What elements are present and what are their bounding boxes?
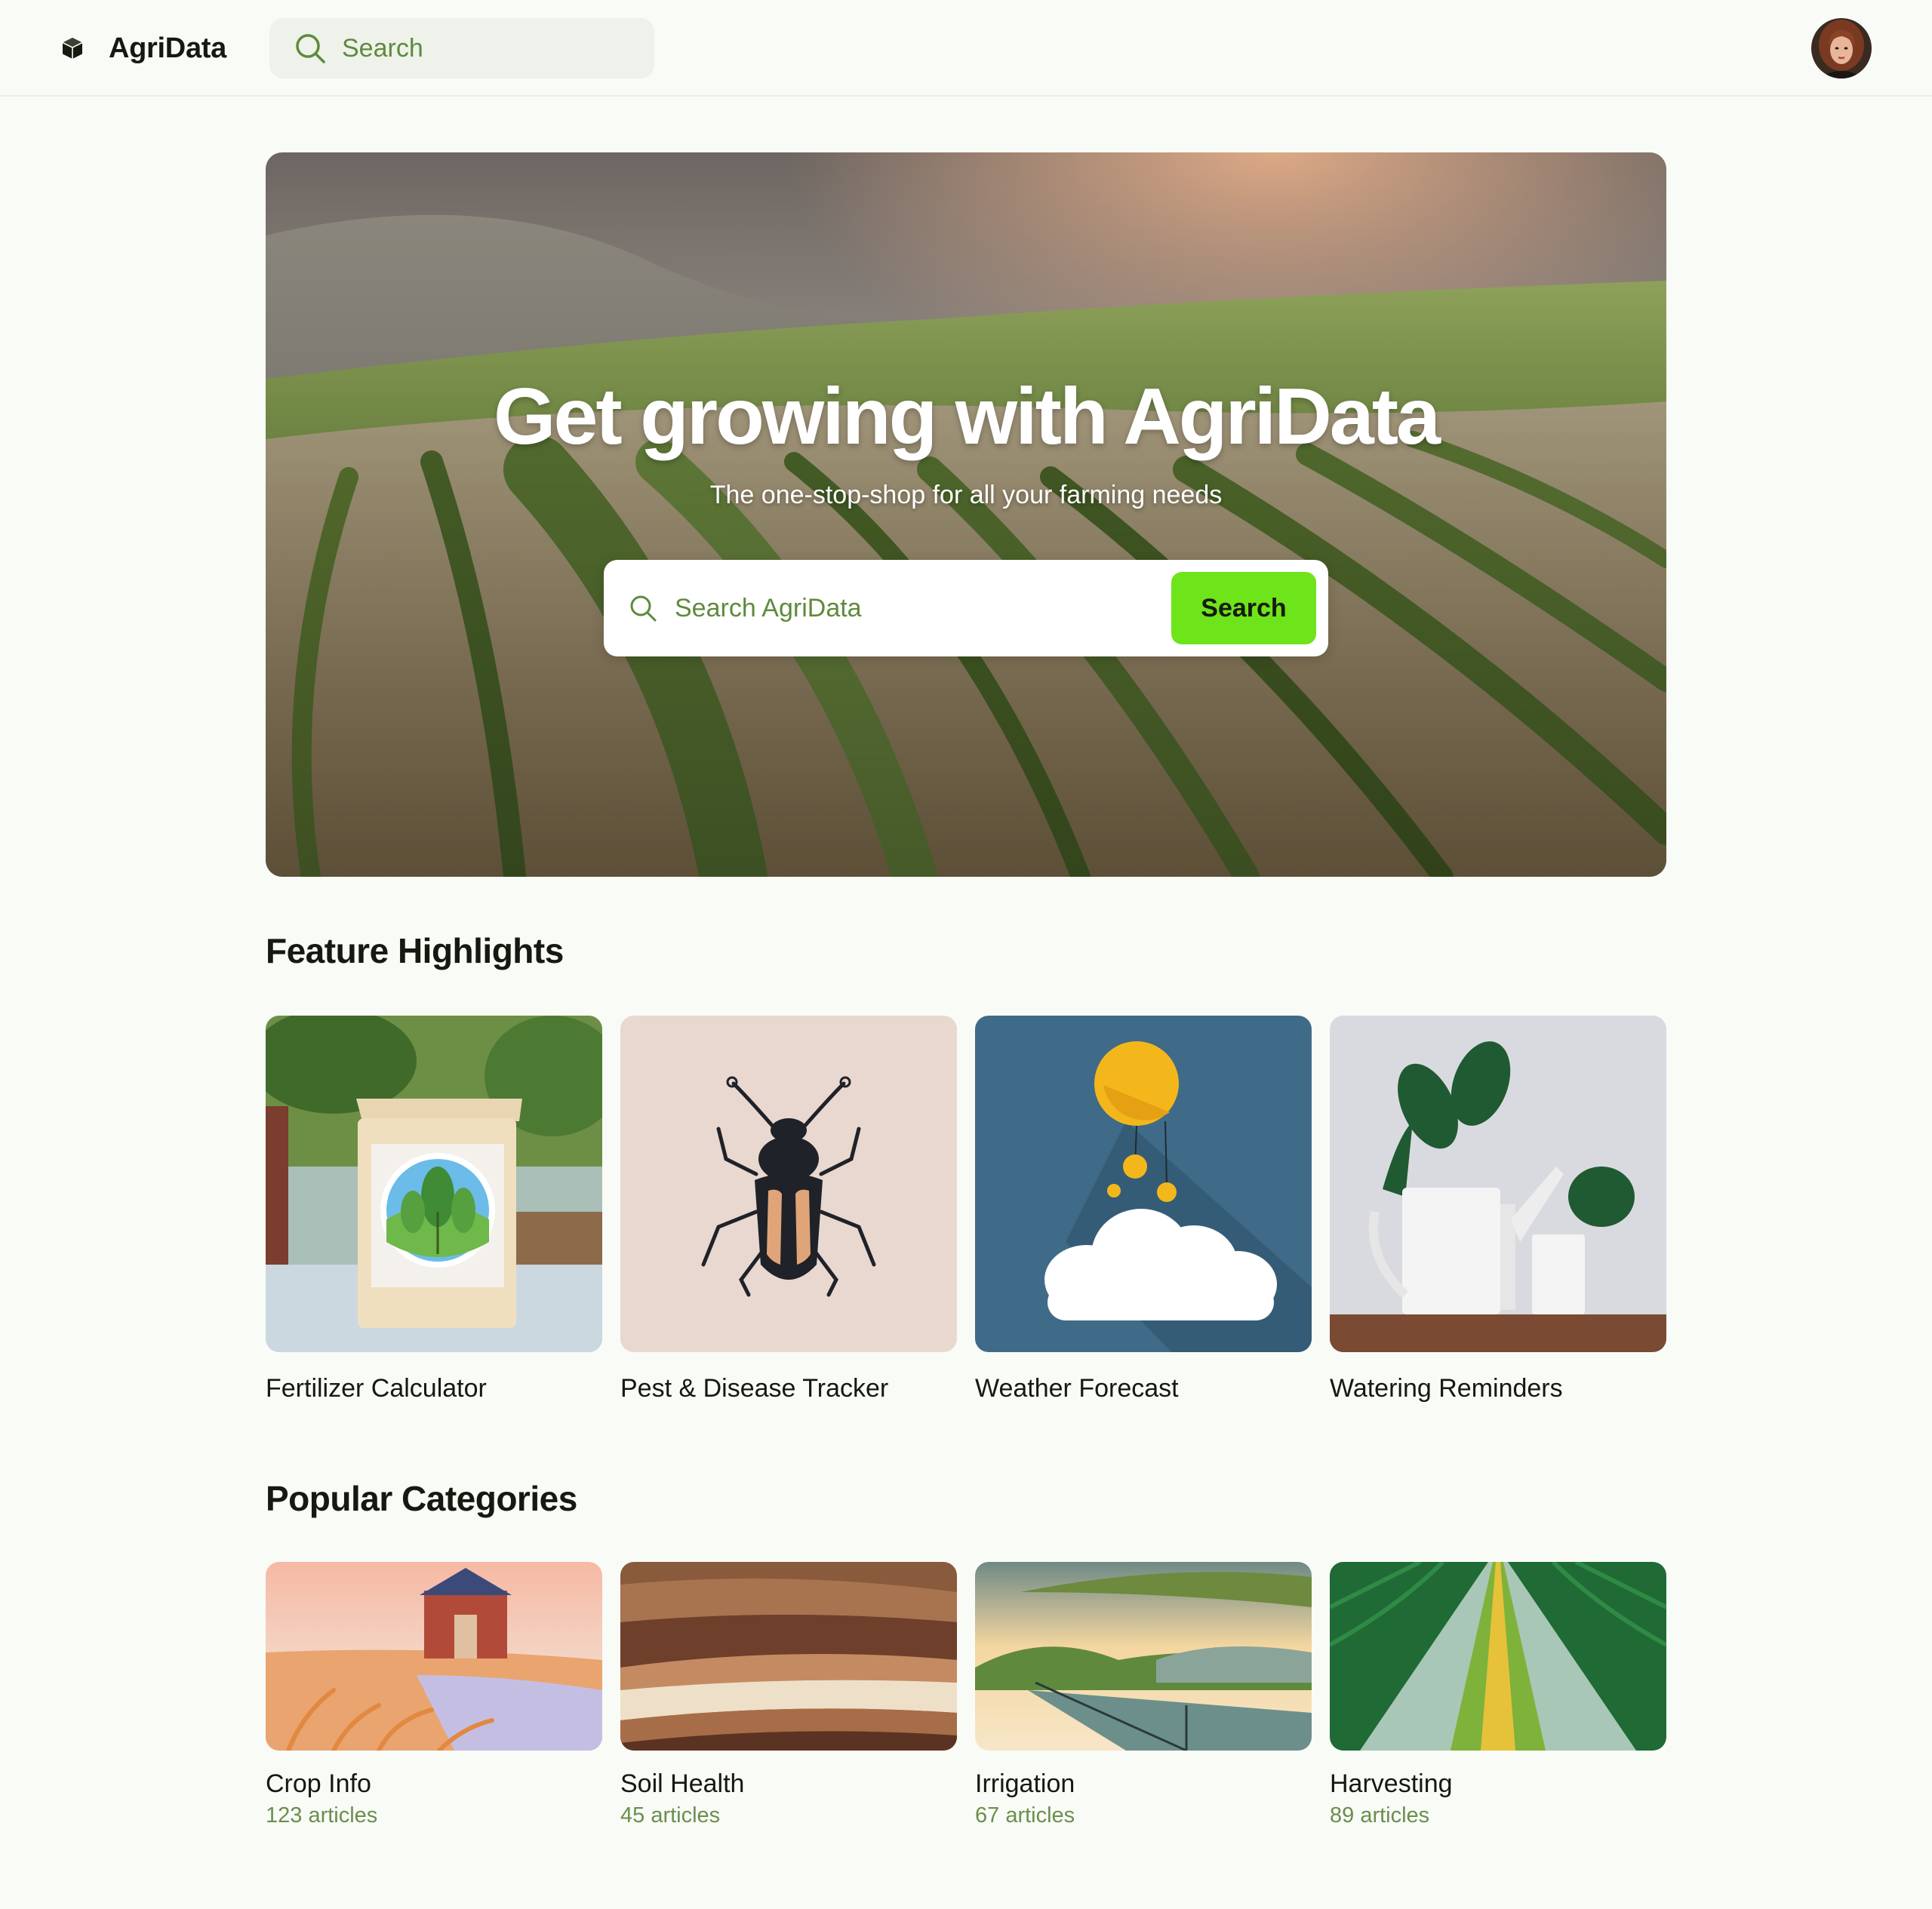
category-card-label: Soil Health [620, 1769, 745, 1798]
irrigation-landscape-image [975, 1562, 1312, 1751]
avatar[interactable] [1811, 18, 1872, 78]
feature-card-label: Fertilizer Calculator [266, 1374, 487, 1403]
search-icon [630, 595, 657, 622]
category-card-label: Crop Info [266, 1769, 371, 1798]
category-card-crop-info[interactable]: Crop Info 123 articles [266, 1562, 602, 1831]
category-card-count: 89 articles [1330, 1803, 1430, 1828]
category-card-harvesting[interactable]: Harvesting 89 articles [1330, 1562, 1666, 1831]
feature-card-label: Watering Reminders [1330, 1374, 1563, 1403]
category-card-count: 67 articles [975, 1803, 1075, 1828]
search-icon [296, 34, 325, 63]
feature-card-weather-forecast[interactable]: Weather Forecast [975, 1016, 1312, 1405]
watering-can-plants-image [1330, 1016, 1666, 1352]
header-search-box[interactable] [269, 18, 654, 78]
hero-subtitle: The one-stop-shop for all your farming n… [709, 481, 1223, 509]
category-card-soil-health[interactable]: Soil Health 45 articles [620, 1562, 957, 1831]
cube-logo-icon[interactable] [60, 36, 85, 60]
feature-card-label: Pest & Disease Tracker [620, 1374, 889, 1403]
hero-search-box[interactable]: Search [604, 560, 1328, 656]
feature-card-fertilizer-calculator[interactable]: Fertilizer Calculator [266, 1016, 602, 1405]
harvest-road-image [1330, 1562, 1666, 1751]
popular-categories-heading: Popular Categories [266, 1479, 577, 1518]
hero-banner: Get growing with AgriData The one-stop-s… [266, 152, 1666, 877]
top-navigation-bar: AgriData [0, 0, 1932, 97]
feature-card-pest-disease-tracker[interactable]: Pest & Disease Tracker [620, 1016, 957, 1405]
hero-title: Get growing with AgriData [494, 372, 1441, 461]
hero-search-button[interactable]: Search [1171, 572, 1316, 644]
header-search-input[interactable] [342, 33, 629, 63]
fertilizer-bag-image [266, 1016, 602, 1352]
barn-wheat-image [266, 1562, 602, 1751]
beetle-image [620, 1016, 957, 1352]
weather-sun-cloud-image [975, 1016, 1312, 1352]
feature-card-watering-reminders[interactable]: Watering Reminders [1330, 1016, 1666, 1405]
feature-highlights-heading: Feature Highlights [266, 931, 564, 970]
category-card-irrigation[interactable]: Irrigation 67 articles [975, 1562, 1312, 1831]
brand-name[interactable]: AgriData [109, 30, 226, 66]
feature-card-label: Weather Forecast [975, 1374, 1179, 1403]
category-card-count: 45 articles [620, 1803, 721, 1828]
hero-field-image [266, 152, 1666, 877]
category-card-label: Irrigation [975, 1769, 1075, 1798]
category-card-label: Harvesting [1330, 1769, 1453, 1798]
soil-layers-image [620, 1562, 957, 1751]
category-card-count: 123 articles [266, 1803, 378, 1828]
hero-search-input[interactable] [675, 593, 1171, 623]
